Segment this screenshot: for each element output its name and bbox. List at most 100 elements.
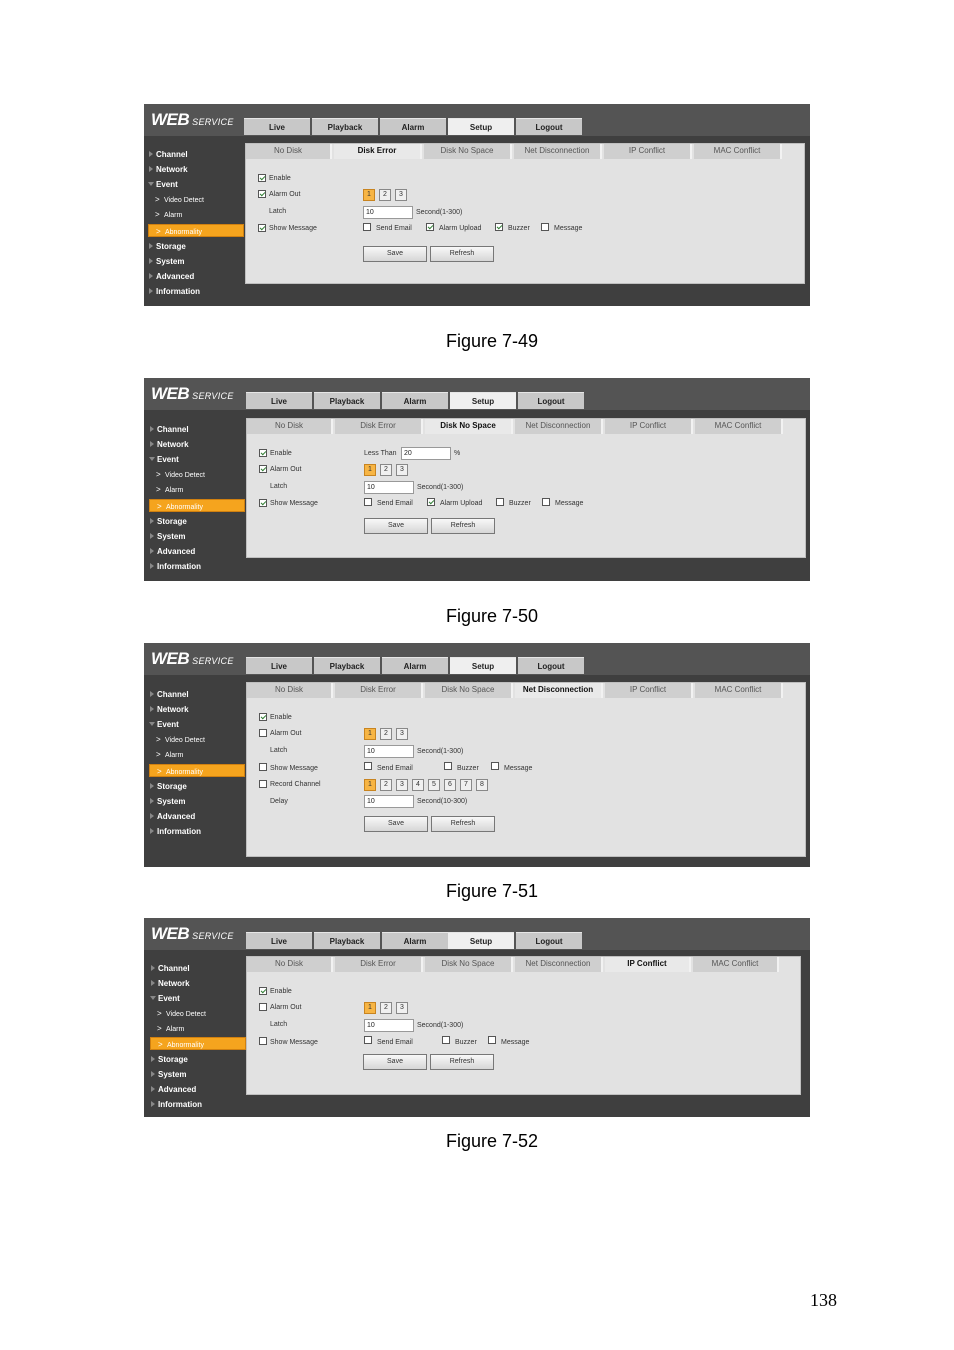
sidebar-item-information[interactable]: Information	[149, 825, 245, 838]
tab-playback[interactable]: Playback	[314, 932, 380, 949]
tab-live[interactable]: Live	[246, 392, 312, 409]
tab-no-disk[interactable]: No Disk	[246, 144, 332, 159]
tab-disk-no-space[interactable]: Disk No Space	[424, 144, 512, 159]
sidebar-item-channel[interactable]: Channel	[148, 148, 244, 161]
send-email-checkbox[interactable]	[364, 762, 372, 770]
sidebar-item-abnormality[interactable]: > Abnormality	[149, 764, 245, 777]
message-checkbox[interactable]	[542, 498, 550, 506]
sidebar-item-event[interactable]: Event	[149, 718, 245, 731]
tab-net-disconnection[interactable]: Net Disconnection	[515, 683, 603, 698]
alarm-out-channel-2[interactable]: 2	[380, 728, 392, 740]
tab-mac-conflict[interactable]: MAC Conflict	[694, 144, 782, 159]
tab-alarm[interactable]: Alarm	[382, 932, 448, 949]
message-checkbox[interactable]	[541, 223, 549, 231]
buzzer-checkbox[interactable]	[444, 762, 452, 770]
sidebar-item-event[interactable]: Event	[148, 178, 244, 191]
sidebar-item-video-detect[interactable]: > Video Detect	[148, 193, 244, 206]
buzzer-checkbox[interactable]	[495, 223, 503, 231]
tab-playback[interactable]: Playback	[314, 657, 380, 674]
sidebar-item-advanced[interactable]: Advanced	[149, 810, 245, 823]
sidebar-item-system[interactable]: System	[149, 530, 245, 543]
alarm-upload-checkbox[interactable]	[426, 223, 434, 231]
sidebar-item-alarm[interactable]: > Alarm	[150, 1022, 246, 1035]
record-channel-checkbox[interactable]	[259, 780, 267, 788]
sidebar-item-video-detect[interactable]: > Video Detect	[149, 468, 245, 481]
sidebar-item-system[interactable]: System	[150, 1068, 246, 1081]
alarm-out-channel-3[interactable]: 3	[396, 464, 408, 476]
sidebar-item-information[interactable]: Information	[148, 285, 244, 298]
sidebar-item-network[interactable]: Network	[150, 977, 246, 990]
alarm-out-channel-1[interactable]: 1	[363, 189, 375, 201]
tab-disk-error[interactable]: Disk Error	[335, 419, 423, 434]
tab-logout[interactable]: Logout	[518, 392, 584, 409]
save-button[interactable]: Save	[364, 518, 428, 534]
tab-no-disk[interactable]: No Disk	[247, 957, 333, 972]
sidebar-item-storage[interactable]: Storage	[150, 1053, 246, 1066]
sidebar-item-channel[interactable]: Channel	[149, 423, 245, 436]
latch-input[interactable]: 10	[364, 745, 414, 758]
message-checkbox[interactable]	[491, 762, 499, 770]
tab-no-disk[interactable]: No Disk	[247, 683, 333, 698]
buzzer-checkbox[interactable]	[496, 498, 504, 506]
show-message-checkbox[interactable]	[259, 499, 267, 507]
tab-no-disk[interactable]: No Disk	[247, 419, 333, 434]
tab-logout[interactable]: Logout	[518, 657, 584, 674]
alarm-out-checkbox[interactable]	[258, 190, 266, 198]
enable-checkbox[interactable]	[259, 449, 267, 457]
tab-disk-no-space[interactable]: Disk No Space	[425, 683, 513, 698]
record-channel-8[interactable]: 8	[476, 779, 488, 791]
tab-logout[interactable]: Logout	[516, 118, 582, 135]
save-button[interactable]: Save	[363, 246, 427, 262]
save-button[interactable]: Save	[363, 1054, 427, 1070]
sidebar-item-event[interactable]: Event	[150, 992, 246, 1005]
sidebar-item-video-detect[interactable]: > Video Detect	[150, 1007, 246, 1020]
sidebar-item-information[interactable]: Information	[149, 560, 245, 573]
tab-logout[interactable]: Logout	[516, 932, 582, 949]
record-channel-1[interactable]: 1	[364, 779, 376, 791]
refresh-button[interactable]: Refresh	[431, 518, 495, 534]
tab-net-disconnection[interactable]: Net Disconnection	[515, 419, 603, 434]
record-channel-2[interactable]: 2	[380, 779, 392, 791]
send-email-checkbox[interactable]	[363, 223, 371, 231]
sidebar-item-network[interactable]: Network	[149, 703, 245, 716]
alarm-out-channel-3[interactable]: 3	[396, 1002, 408, 1014]
send-email-checkbox[interactable]	[364, 1036, 372, 1044]
less-than-input[interactable]: 20	[401, 447, 451, 460]
tab-live[interactable]: Live	[246, 932, 312, 949]
alarm-out-checkbox[interactable]	[259, 1003, 267, 1011]
alarm-out-checkbox[interactable]	[259, 465, 267, 473]
sidebar-item-alarm[interactable]: > Alarm	[148, 208, 244, 221]
alarm-out-channel-2[interactable]: 2	[380, 1002, 392, 1014]
tab-ip-conflict[interactable]: IP Conflict	[604, 144, 692, 159]
tab-setup[interactable]: Setup	[448, 932, 514, 949]
tab-alarm[interactable]: Alarm	[380, 118, 446, 135]
show-message-checkbox[interactable]	[259, 763, 267, 771]
refresh-button[interactable]: Refresh	[431, 816, 495, 832]
tab-mac-conflict[interactable]: MAC Conflict	[695, 419, 783, 434]
show-message-checkbox[interactable]	[258, 224, 266, 232]
alarm-out-channel-1[interactable]: 1	[364, 464, 376, 476]
record-channel-3[interactable]: 3	[396, 779, 408, 791]
alarm-out-channel-3[interactable]: 3	[396, 728, 408, 740]
tab-mac-conflict[interactable]: MAC Conflict	[695, 683, 783, 698]
record-channel-4[interactable]: 4	[412, 779, 424, 791]
tab-disk-no-space[interactable]: Disk No Space	[425, 957, 513, 972]
send-email-checkbox[interactable]	[364, 498, 372, 506]
tab-disk-error[interactable]: Disk Error	[335, 683, 423, 698]
sidebar-item-advanced[interactable]: Advanced	[149, 545, 245, 558]
sidebar-item-information[interactable]: Information	[150, 1098, 246, 1111]
alarm-out-channel-2[interactable]: 2	[379, 189, 391, 201]
save-button[interactable]: Save	[364, 816, 428, 832]
tab-net-disconnection[interactable]: Net Disconnection	[515, 957, 603, 972]
enable-checkbox[interactable]	[258, 174, 266, 182]
tab-mac-conflict[interactable]: MAC Conflict	[693, 957, 779, 972]
sidebar-item-storage[interactable]: Storage	[148, 240, 244, 253]
alarm-out-channel-2[interactable]: 2	[380, 464, 392, 476]
tab-disk-no-space[interactable]: Disk No Space	[425, 419, 513, 434]
tab-disk-error[interactable]: Disk Error	[335, 957, 423, 972]
alarm-out-channel-1[interactable]: 1	[364, 728, 376, 740]
message-checkbox[interactable]	[488, 1036, 496, 1044]
tab-net-disconnection[interactable]: Net Disconnection	[514, 144, 602, 159]
sidebar-item-system[interactable]: System	[149, 795, 245, 808]
latch-input[interactable]: 10	[363, 206, 413, 219]
